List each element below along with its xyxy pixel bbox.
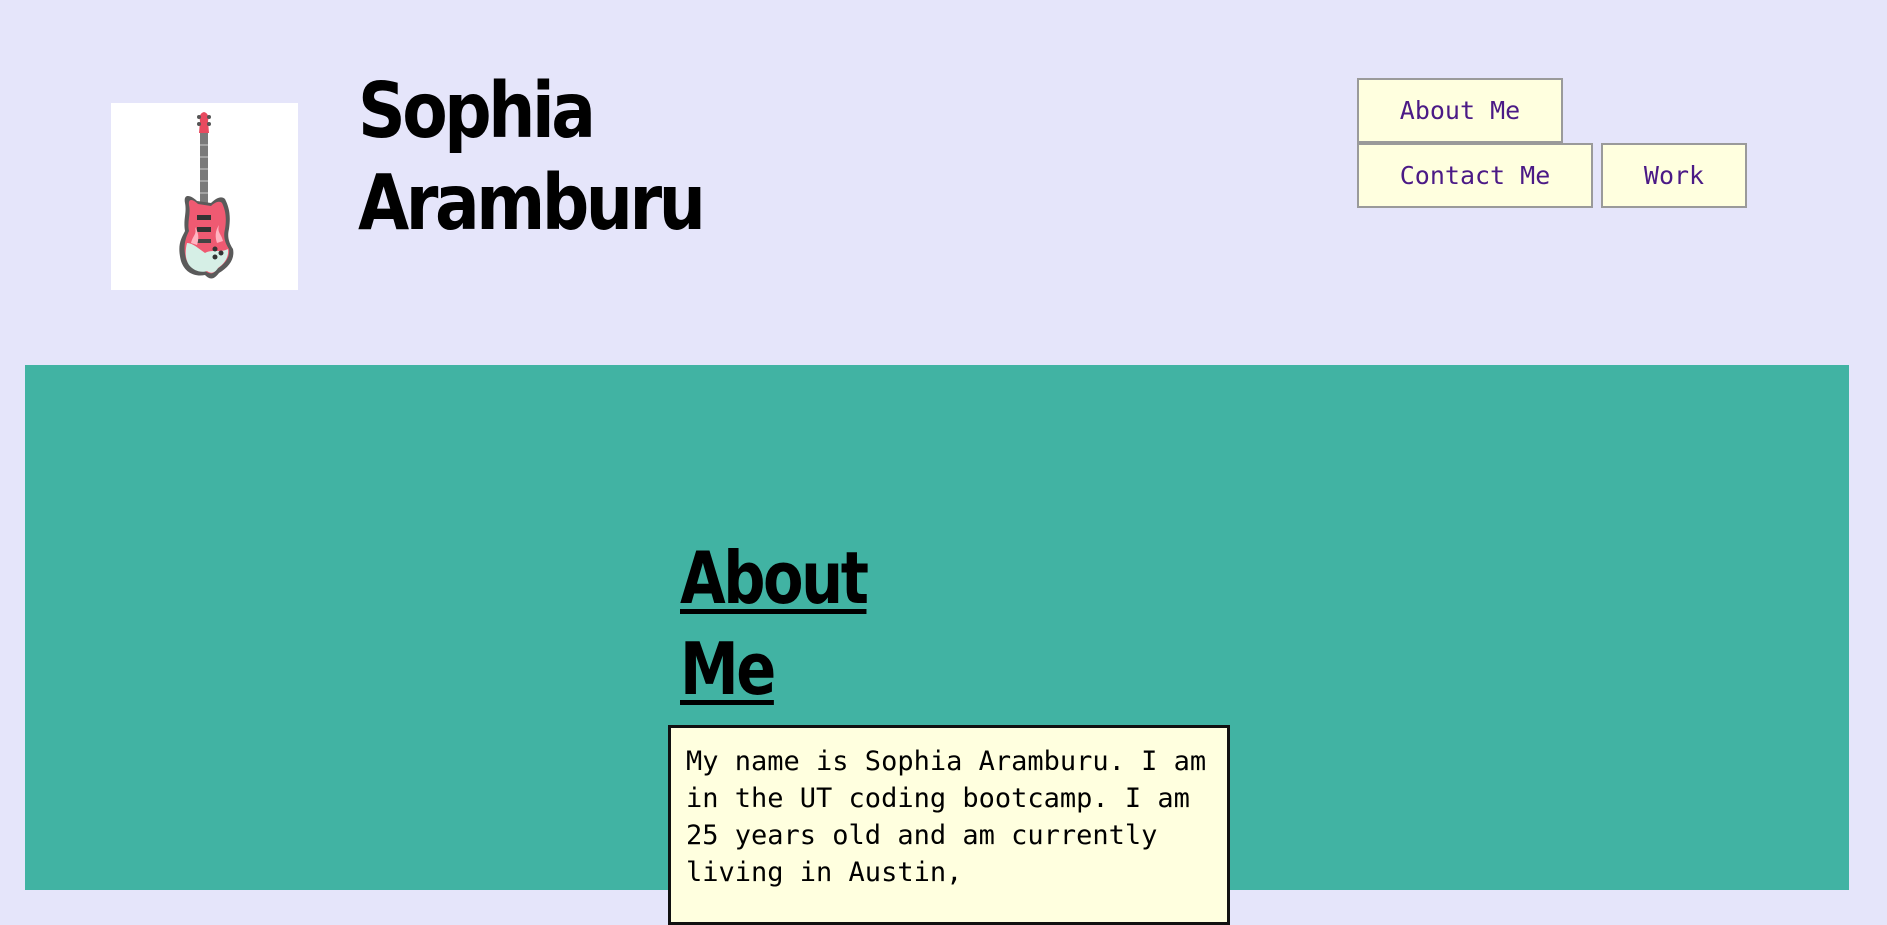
site-title: Sophia Aramburu [358,67,706,248]
logo [111,103,298,290]
nav-work-button[interactable]: Work [1601,143,1747,208]
electric-guitar-icon [179,112,234,279]
nav-about-me-button[interactable]: About Me [1357,78,1563,143]
about-heading: About Me [680,536,869,711]
about-section: About Me My name is Sophia Aramburu. I a… [25,365,1849,925]
about-text-box: My name is Sophia Aramburu. I am in the … [668,725,1230,925]
nav-contact-me-button[interactable]: Contact Me [1357,143,1593,208]
site-header: Sophia Aramburu About Me Contact Me Work [0,0,1887,365]
